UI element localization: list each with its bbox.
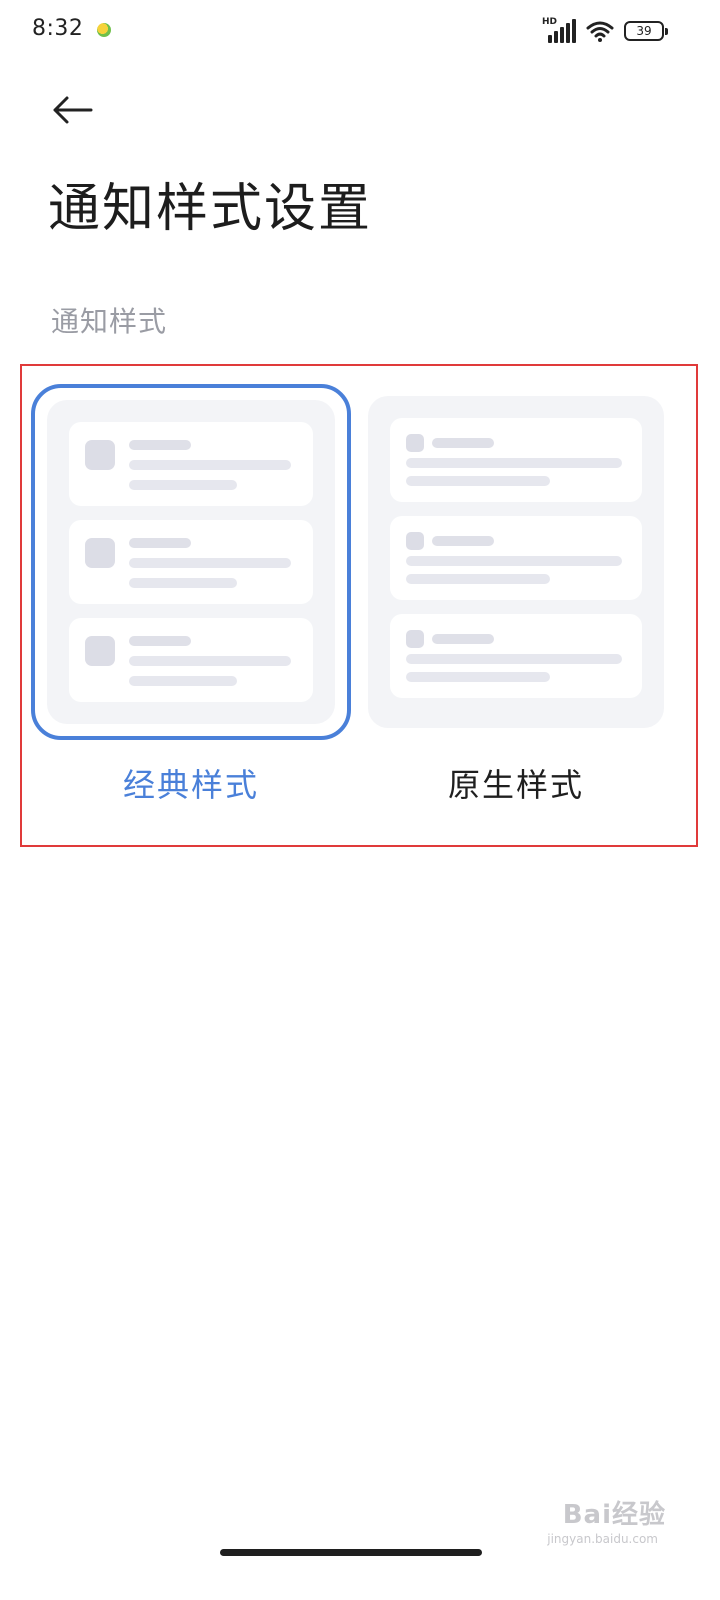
home-indicator[interactable] [220, 1549, 482, 1556]
classic-style-preview [31, 384, 351, 740]
status-time: 8:32 [32, 16, 84, 41]
preview-notification-card [390, 516, 642, 600]
native-style-preview [356, 384, 676, 740]
preview-notification-card [390, 418, 642, 502]
app-notification-icon [97, 23, 111, 37]
page-title: 通知样式设置 [48, 179, 373, 239]
arrow-left-icon [53, 96, 93, 124]
preview-app-icon [406, 434, 424, 452]
preview-panel [47, 400, 335, 724]
native-style-label: 原生样式 [447, 766, 584, 804]
baidu-watermark: Bai经验 [562, 1500, 666, 1530]
network-type-label: HD [542, 17, 558, 27]
preview-notification-card [69, 422, 313, 506]
back-button[interactable] [44, 82, 100, 138]
preview-app-icon [85, 440, 115, 470]
classic-style-label: 经典样式 [122, 766, 259, 804]
preview-app-icon [406, 630, 424, 648]
wifi-icon [586, 20, 614, 42]
preview-notification-card [69, 520, 313, 604]
preview-panel [368, 396, 664, 728]
baidu-watermark-url: jingyan.baidu.com [547, 1532, 658, 1546]
classic-style-option[interactable]: 经典样式 [31, 384, 351, 806]
preview-app-icon [85, 636, 115, 666]
battery-icon: 39 [624, 21, 668, 41]
status-bar: 8:32 HD 39 [0, 0, 720, 62]
section-label: 通知样式 [51, 305, 168, 338]
preview-notification-card [69, 618, 313, 702]
preview-notification-card [390, 614, 642, 698]
cellular-signal-icon: HD [542, 17, 576, 43]
preview-app-icon [85, 538, 115, 568]
battery-level: 39 [636, 24, 652, 38]
native-style-option[interactable]: 原生样式 [356, 384, 676, 806]
preview-app-icon [406, 532, 424, 550]
status-icons: HD 39 [542, 14, 668, 48]
